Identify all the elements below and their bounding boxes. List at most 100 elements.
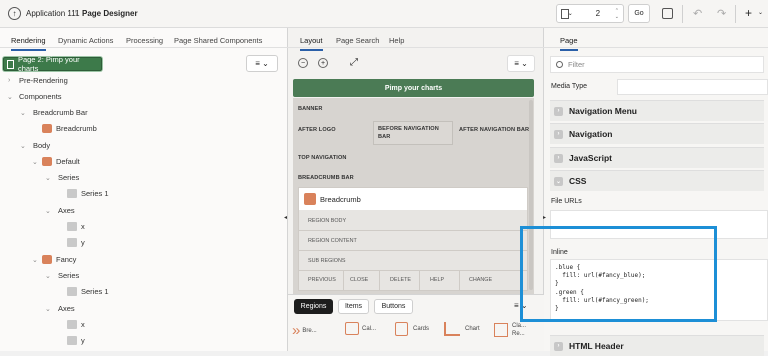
zoom-in-icon[interactable]: + (318, 58, 328, 68)
zone-top-navigation[interactable]: TOP NAVIGATION (298, 155, 347, 161)
splitter-left[interactable]: ◂ (284, 214, 287, 221)
section-navigation[interactable]: › Navigation (550, 123, 764, 144)
zoom-out-icon[interactable]: − (298, 58, 308, 68)
tree-pre-rendering[interactable]: Pre-Rendering (19, 76, 68, 85)
tree-default-chart[interactable]: Default (42, 157, 80, 166)
canvas-title-bar[interactable]: Pimp your charts (293, 79, 534, 97)
layout-menu-button[interactable]: ≡ ⌄ (507, 55, 535, 72)
tree-axes[interactable]: Axes (58, 206, 75, 215)
zone-delete[interactable]: DELETE (390, 277, 411, 283)
row-sep (459, 270, 460, 290)
zone-region-body[interactable]: REGION BODY (308, 218, 346, 224)
gallery-item-calendar[interactable]: Cal... (345, 322, 376, 335)
redo-icon[interactable]: ↷ (717, 7, 726, 20)
chevron-down-icon[interactable]: ⌄ (32, 158, 38, 166)
chevron-down-icon[interactable]: ⌄ (20, 109, 26, 117)
section-css[interactable]: ⌄ CSS (550, 170, 764, 191)
tab-dynamic-actions[interactable]: Dynamic Actions (58, 36, 113, 45)
filter-field[interactable]: Filter (550, 56, 764, 73)
page-node-icon (7, 59, 14, 69)
chevron-down-icon[interactable]: ⌄ (45, 272, 51, 280)
gallery-item-chart[interactable]: Chart (444, 322, 480, 336)
create-plus-icon[interactable]: + (745, 6, 752, 20)
chevron-down-icon[interactable]: ⌄ (45, 174, 51, 182)
zone-after-logo[interactable]: AFTER LOGO (298, 127, 336, 133)
breadcrumb-separator: \ (75, 9, 78, 18)
undo-icon[interactable]: ↶ (693, 7, 702, 20)
zone-before-navigation-bar[interactable]: BEFORE NAVIGATION BAR (378, 125, 450, 141)
report-icon (494, 323, 508, 337)
axis-icon (67, 320, 77, 329)
zone-breadcrumb-bar[interactable]: BREADCRUMB BAR (298, 175, 354, 181)
chevron-down-icon[interactable]: ⌄ (45, 305, 51, 313)
lock-icon[interactable] (662, 8, 673, 19)
zone-help[interactable]: HELP (430, 277, 444, 283)
tree-axis-y[interactable]: y (67, 238, 85, 247)
tree-axis-x[interactable]: x (67, 222, 85, 231)
tab-divider (544, 47, 768, 48)
tree-series[interactable]: Series (58, 173, 79, 182)
tab-rendering[interactable]: Rendering (11, 36, 46, 51)
tab-processing[interactable]: Processing (126, 36, 163, 45)
splitter-right[interactable]: ▸ (543, 214, 546, 221)
tab-help[interactable]: Help (389, 36, 404, 45)
chevron-down-icon[interactable]: ⌄ (20, 142, 26, 150)
chart-region-icon (42, 255, 52, 264)
tree-breadcrumb[interactable]: Breadcrumb (42, 124, 97, 133)
app-up-icon[interactable]: ↑ (8, 7, 21, 20)
zone-change[interactable]: CHANGE (469, 277, 492, 283)
zone-after-navigation-bar[interactable]: AFTER NAVIGATION BAR (459, 127, 529, 133)
page-number-input[interactable]: 2 (596, 9, 600, 18)
chevron-down-icon[interactable]: ⌄ (7, 93, 13, 101)
zone-banner[interactable]: BANNER (298, 106, 323, 112)
filter-input[interactable]: Filter (568, 60, 585, 69)
tree-breadcrumb-bar[interactable]: Breadcrumb Bar (33, 108, 88, 117)
zone-region-content[interactable]: REGION CONTENT (308, 238, 357, 244)
zone-previous[interactable]: PREVIOUS (308, 277, 336, 283)
tree-axes[interactable]: Axes (58, 304, 75, 313)
chevron-down-icon[interactable]: ⌄ (32, 256, 38, 264)
expand-icon[interactable]: ⤢ (350, 57, 358, 68)
tab-layout[interactable]: Layout (300, 36, 323, 51)
page-selector[interactable]: ⌄ 2 ⌃ ⌄ (556, 4, 624, 23)
chevron-down-icon[interactable]: ⌄ (45, 207, 51, 215)
breadcrumb-region-header[interactable]: Breadcrumb (299, 188, 527, 210)
calendar-icon (345, 322, 359, 335)
tree-axis-x[interactable]: x (67, 320, 85, 329)
tree-series-1[interactable]: Series 1 (67, 287, 109, 296)
tree-series[interactable]: Series (58, 271, 79, 280)
tree-menu-button[interactable]: ≡ ⌄ (246, 55, 278, 72)
page-dropdown-chevron-icon: ⌄ (567, 11, 573, 17)
go-button[interactable]: Go (628, 4, 650, 23)
series-icon (67, 287, 77, 296)
tab-page-search[interactable]: Page Search (336, 36, 379, 45)
section-navigation-menu[interactable]: › Navigation Menu (550, 100, 764, 121)
page-stepper-icon[interactable]: ⌃ ⌄ (615, 8, 619, 20)
zone-close[interactable]: CLOSE (350, 277, 368, 283)
create-chevron-icon[interactable]: ⌄ (758, 9, 763, 16)
gallery-tab-items[interactable]: Items (338, 299, 369, 314)
tree-series-1[interactable]: Series 1 (67, 189, 109, 198)
zone-sub-regions[interactable]: SUB REGIONS (308, 258, 345, 264)
gallery-item-classic-report[interactable]: Cla... Re... (494, 322, 536, 338)
expand-icon: › (554, 341, 563, 351)
gallery-tab-buttons[interactable]: Buttons (374, 299, 413, 314)
tree-axis-y[interactable]: y (67, 336, 85, 345)
gallery-item-cards[interactable]: Cards (395, 322, 429, 336)
chart-region-icon (42, 157, 52, 166)
section-javascript[interactable]: › JavaScript (550, 147, 764, 168)
tree-body[interactable]: Body (33, 141, 50, 150)
app-label[interactable]: Application 111 (26, 9, 80, 18)
section-html-header[interactable]: › HTML Header (550, 335, 764, 356)
tab-page-shared-components[interactable]: Page Shared Components (174, 36, 262, 45)
row-line (299, 230, 527, 231)
tree-components[interactable]: Components (19, 92, 62, 101)
media-type-input[interactable] (617, 79, 768, 95)
chevron-right-icon[interactable]: › (8, 77, 10, 84)
tab-divider (288, 47, 544, 48)
tree-fancy-chart[interactable]: Fancy (42, 255, 76, 264)
tab-page[interactable]: Page (560, 36, 578, 51)
gallery-tab-regions[interactable]: Regions (294, 299, 333, 314)
tree-page-node[interactable]: Page 2: Pimp your charts (3, 55, 102, 73)
gallery-item-breadcrumb[interactable]: » Bre... (292, 322, 317, 339)
